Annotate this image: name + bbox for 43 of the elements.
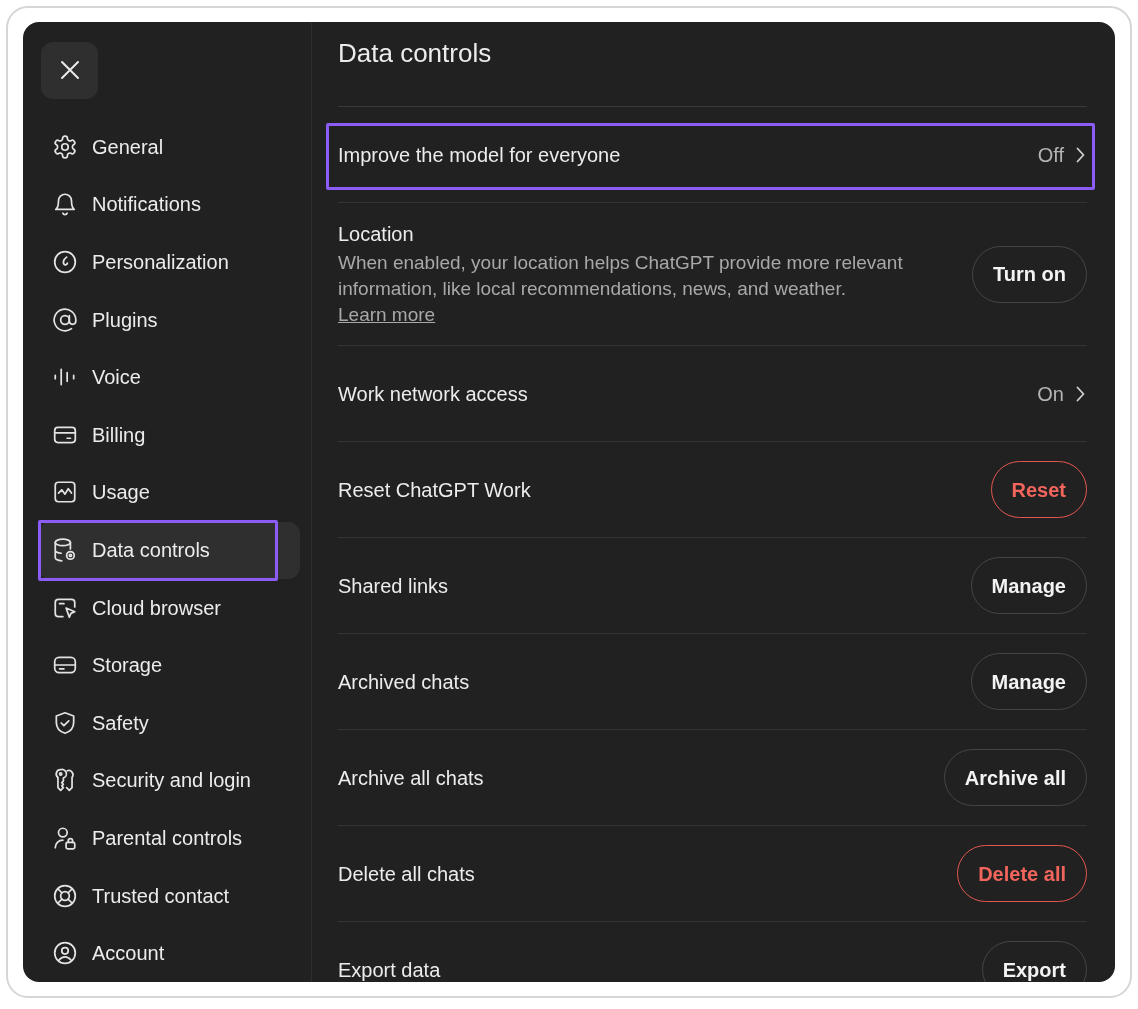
sidebar-item[interactable]: Billing bbox=[38, 406, 300, 464]
setting-label: Delete all chats bbox=[338, 861, 476, 887]
at-sign-icon bbox=[52, 306, 78, 333]
sidebar-item[interactable]: Security and login bbox=[38, 751, 300, 809]
setting-label: Work network access bbox=[338, 381, 529, 407]
chart-window-icon bbox=[52, 479, 78, 506]
shield-check-icon bbox=[52, 709, 78, 736]
setting-label: Location bbox=[338, 222, 415, 247]
setting-label: Reset ChatGPT Work bbox=[338, 477, 532, 503]
sidebar-item[interactable]: Plugins bbox=[38, 291, 300, 349]
sidebar-item[interactable]: Parental controls bbox=[38, 809, 300, 867]
setting-label: Archive all chats bbox=[338, 765, 485, 791]
setting-value-link[interactable]: On bbox=[1037, 378, 1087, 409]
database-gear-icon bbox=[52, 537, 78, 564]
sidebar-item[interactable]: Notifications bbox=[38, 176, 300, 233]
swirl-circle-icon bbox=[52, 249, 78, 276]
user-circle-icon bbox=[52, 940, 78, 967]
gear-icon bbox=[52, 133, 78, 160]
sidebar-item[interactable]: Cloud browser bbox=[38, 579, 300, 637]
lifebuoy-icon bbox=[52, 882, 78, 909]
sidebar-item[interactable]: Data controls bbox=[38, 521, 300, 579]
bell-icon bbox=[52, 191, 78, 218]
sidebar-item[interactable]: General bbox=[38, 118, 300, 176]
sidebar-item[interactable]: Trusted contact bbox=[38, 867, 300, 925]
sidebar-item[interactable]: Storage bbox=[38, 636, 300, 694]
setting-label: Archived chats bbox=[338, 669, 471, 695]
setting-label: Improve the model for everyone bbox=[338, 142, 622, 168]
sidebar-item[interactable]: Usage bbox=[38, 463, 300, 521]
dialog-title: Data controls bbox=[338, 37, 493, 70]
chevron-right-icon bbox=[1076, 385, 1085, 402]
setting-label: Export data bbox=[338, 957, 442, 982]
setting-value-link[interactable]: Off bbox=[1037, 139, 1087, 170]
sidebar-item[interactable]: Account bbox=[38, 924, 300, 982]
close-icon bbox=[59, 60, 80, 81]
learn-more-link[interactable]: Learn more bbox=[338, 304, 436, 325]
user-lock-icon bbox=[52, 825, 78, 851]
sidebar-item[interactable]: Voice bbox=[38, 348, 300, 406]
sidebar-item[interactable]: Safety bbox=[38, 694, 300, 752]
setting-description: When enabled, your location helps ChatGPT provide more relevant information, like local recommendations, news, and weather. Learn more bbox=[338, 251, 904, 327]
close-button[interactable] bbox=[41, 42, 98, 99]
chevron-right-icon bbox=[1076, 146, 1085, 163]
sidebar-item[interactable]: Personalization bbox=[38, 233, 300, 291]
setting-label: Shared links bbox=[338, 573, 450, 599]
